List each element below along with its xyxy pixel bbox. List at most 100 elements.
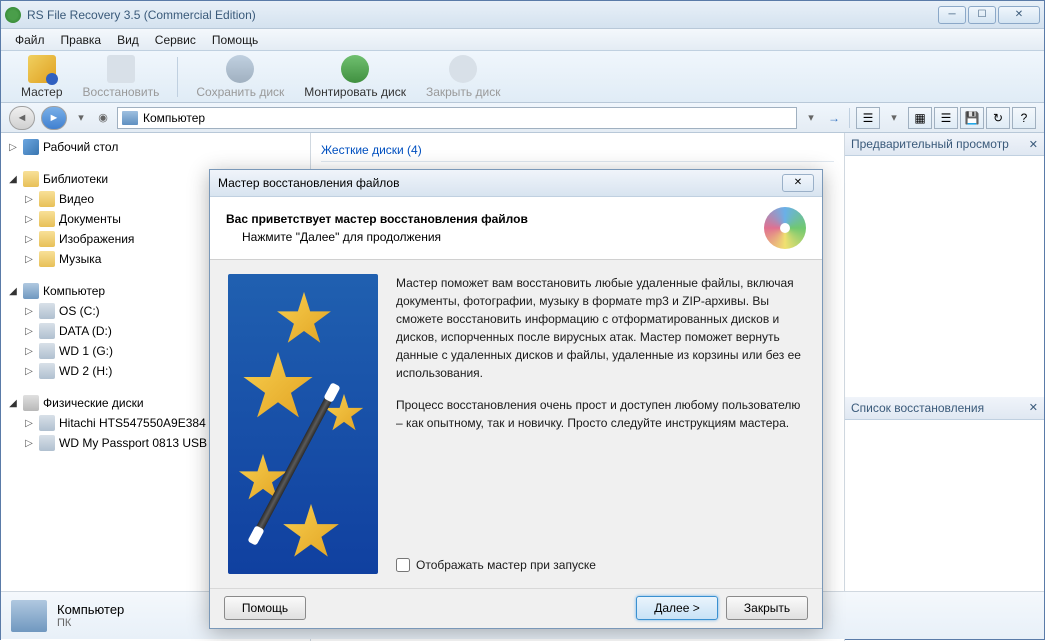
recovery-panel-header: Список восстановления ✕ bbox=[845, 397, 1044, 420]
drive-icon bbox=[39, 323, 55, 339]
drive-icon bbox=[39, 343, 55, 359]
wizard-icon bbox=[28, 55, 56, 83]
dialog-header-title: Вас приветствует мастер восстановления ф… bbox=[226, 212, 764, 226]
drive-icon bbox=[39, 303, 55, 319]
toolbar-save-button[interactable]: Сохранить диск bbox=[186, 53, 294, 101]
recover-icon bbox=[107, 55, 135, 83]
tree-arrow-icon[interactable]: ▷ bbox=[23, 234, 35, 245]
tree-arrow-icon[interactable]: ◢ bbox=[7, 398, 19, 409]
dialog-para1: Мастер поможет вам восстановить любые уд… bbox=[396, 274, 804, 382]
maximize-button[interactable]: ☐ bbox=[968, 6, 996, 24]
toolbar-close-label: Закрыть диск bbox=[426, 85, 501, 99]
tree-arrow-icon[interactable]: ◢ bbox=[7, 174, 19, 185]
drive-icon bbox=[39, 415, 55, 431]
tree-video-label: Видео bbox=[59, 192, 94, 206]
tree-arrow-icon[interactable]: ◢ bbox=[7, 286, 19, 297]
folder-icon bbox=[39, 211, 55, 227]
view-dropdown-button[interactable]: ▾ bbox=[886, 107, 902, 129]
status-title: Компьютер bbox=[57, 602, 124, 617]
tree-arrow-icon[interactable]: ▷ bbox=[23, 366, 35, 377]
preview-close-button[interactable]: ✕ bbox=[1029, 138, 1038, 151]
mount-disk-icon bbox=[341, 55, 369, 83]
save-disk-icon bbox=[226, 55, 254, 83]
tree-desktop[interactable]: ▷ Рабочий стол bbox=[1, 137, 310, 157]
dialog-text: Мастер поможет вам восстановить любые уд… bbox=[396, 274, 804, 574]
next-button[interactable]: Далее > bbox=[636, 596, 718, 620]
menu-service[interactable]: Сервис bbox=[147, 30, 204, 50]
tree-arrow-icon[interactable]: ▷ bbox=[23, 346, 35, 357]
menubar: Файл Правка Вид Сервис Помощь bbox=[1, 29, 1044, 51]
view-help-button[interactable]: ? bbox=[1012, 107, 1036, 129]
nav-forward-button[interactable]: ► bbox=[41, 106, 67, 130]
tree-arrow-icon[interactable]: ▷ bbox=[23, 438, 35, 449]
folder-icon bbox=[39, 191, 55, 207]
help-button[interactable]: Помощь bbox=[224, 596, 306, 620]
tree-physical-label: Физические диски bbox=[43, 396, 144, 410]
go-button[interactable]: → bbox=[825, 107, 843, 129]
computer-icon bbox=[122, 111, 138, 125]
tree-arrow-icon[interactable]: ▷ bbox=[23, 254, 35, 265]
dialog-close-button[interactable]: ✕ bbox=[782, 174, 814, 192]
dialog-body: Мастер поможет вам восстановить любые уд… bbox=[210, 260, 822, 588]
tree-arrow-icon[interactable]: ▷ bbox=[23, 418, 35, 429]
address-field[interactable]: Компьютер bbox=[117, 107, 797, 129]
view-list-button[interactable]: ☰ bbox=[934, 107, 958, 129]
toolbar-recover-button[interactable]: Восстановить bbox=[73, 53, 170, 101]
tree-music-label: Музыка bbox=[59, 252, 101, 266]
recovery-panel-body bbox=[845, 420, 1044, 620]
status-subtitle: ПК bbox=[57, 617, 124, 629]
menu-view[interactable]: Вид bbox=[109, 30, 147, 50]
toolbar-recover-label: Восстановить bbox=[83, 85, 160, 99]
view-group-button[interactable]: ☰ bbox=[856, 107, 880, 129]
preview-title: Предварительный просмотр bbox=[851, 137, 1009, 151]
tree-physical-label: WD My Passport 0813 USB bbox=[59, 436, 207, 450]
toolbar-save-label: Сохранить диск bbox=[196, 85, 284, 99]
preview-panel-header: Предварительный просмотр ✕ bbox=[845, 133, 1044, 156]
folder-icon bbox=[39, 231, 55, 247]
address-dropdown-button[interactable]: ▾ bbox=[803, 107, 819, 129]
right-panel: Предварительный просмотр ✕ Список восста… bbox=[844, 133, 1044, 641]
toolbar-close-disk-button[interactable]: Закрыть диск bbox=[416, 53, 511, 101]
tree-arrow-icon[interactable]: ▷ bbox=[23, 194, 35, 205]
tree-physical-label: Hitachi HTS547550A9E384 bbox=[59, 416, 206, 430]
show-on-startup-checkbox[interactable] bbox=[396, 558, 410, 572]
address-text: Компьютер bbox=[143, 111, 205, 125]
dialog-para2: Процесс восстановления очень прост и дос… bbox=[396, 396, 804, 432]
nav-back-button[interactable]: ◄ bbox=[9, 106, 35, 130]
recovery-close-button[interactable]: ✕ bbox=[1029, 401, 1038, 414]
tree-arrow-icon[interactable]: ▷ bbox=[23, 306, 35, 317]
toolbar-wizard-label: Мастер bbox=[21, 85, 63, 99]
dialog-titlebar: Мастер восстановления файлов ✕ bbox=[210, 170, 822, 197]
dialog-header-sub: Нажмите "Далее" для продолжения bbox=[226, 230, 764, 244]
close-button[interactable]: ✕ bbox=[998, 6, 1040, 24]
toolbar-mount-button[interactable]: Монтировать диск bbox=[294, 53, 416, 101]
view-refresh-button[interactable]: ↻ bbox=[986, 107, 1010, 129]
menu-help[interactable]: Помощь bbox=[204, 30, 266, 50]
tree-arrow-icon[interactable]: ▷ bbox=[23, 326, 35, 337]
tree-arrow-icon[interactable]: ▷ bbox=[23, 214, 35, 225]
tree-images-label: Изображения bbox=[59, 232, 134, 246]
window-title: RS File Recovery 3.5 (Commercial Edition… bbox=[27, 8, 938, 22]
tree-arrow-icon[interactable]: ▷ bbox=[7, 142, 19, 153]
menu-edit[interactable]: Правка bbox=[53, 30, 110, 50]
dialog-header: Вас приветствует мастер восстановления ф… bbox=[210, 197, 822, 260]
nav-history-button[interactable]: ◉ bbox=[95, 107, 111, 129]
nav-dropdown-button[interactable]: ▾ bbox=[73, 107, 89, 129]
folder-icon bbox=[39, 251, 55, 267]
minimize-button[interactable]: ─ bbox=[938, 6, 966, 24]
drive-icon bbox=[39, 363, 55, 379]
view-save-button[interactable]: 💾 bbox=[960, 107, 984, 129]
menu-file[interactable]: Файл bbox=[7, 30, 53, 50]
view-icons-button[interactable]: ▦ bbox=[908, 107, 932, 129]
toolbar: Мастер Восстановить Сохранить диск Монти… bbox=[1, 51, 1044, 103]
sep bbox=[849, 108, 850, 128]
libraries-icon bbox=[23, 171, 39, 187]
tree-drive-label: OS (C:) bbox=[59, 304, 100, 318]
close-button[interactable]: Закрыть bbox=[726, 596, 808, 620]
tree-desktop-label: Рабочий стол bbox=[43, 140, 118, 154]
addressbar: ◄ ► ▾ ◉ Компьютер ▾ → ☰ ▾ ▦ ☰ 💾 ↻ ? bbox=[1, 103, 1044, 133]
toolbar-mount-label: Монтировать диск bbox=[304, 85, 406, 99]
wizard-image bbox=[228, 274, 378, 574]
tree-libraries-label: Библиотеки bbox=[43, 172, 108, 186]
toolbar-wizard-button[interactable]: Мастер bbox=[11, 53, 73, 101]
